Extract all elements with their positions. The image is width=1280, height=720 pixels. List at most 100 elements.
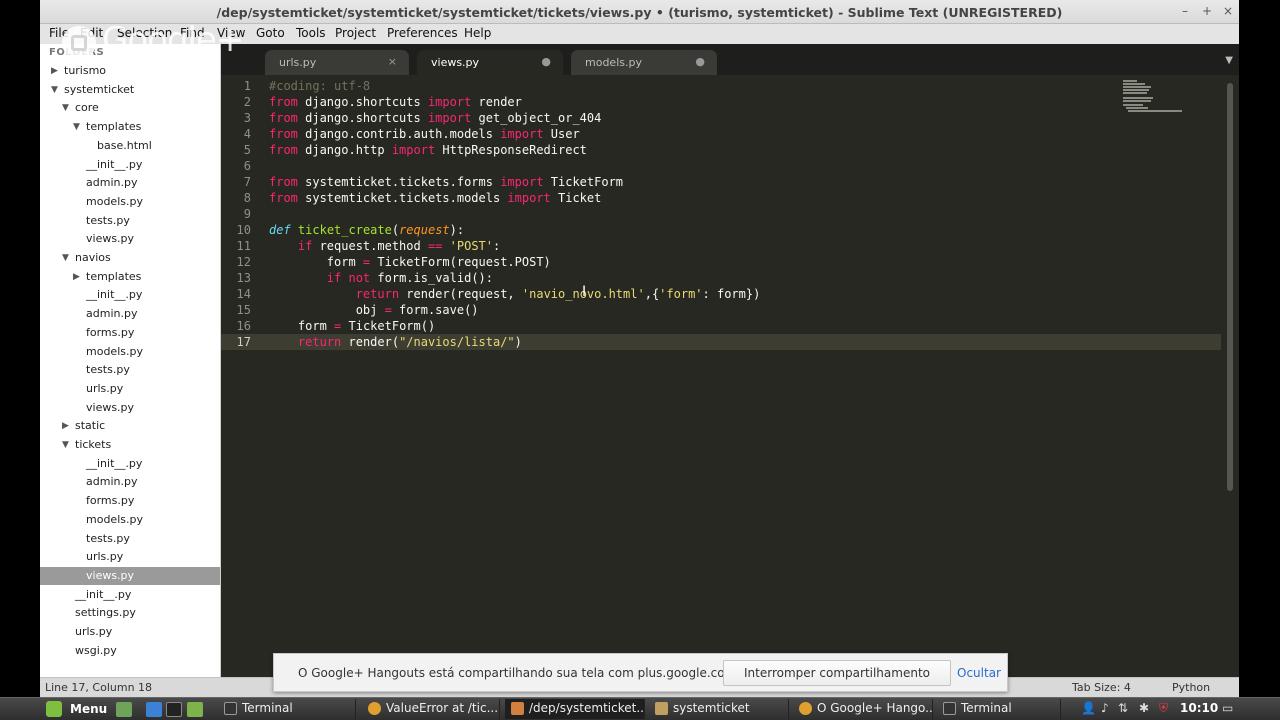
- minimize-button[interactable]: –: [1178, 4, 1192, 18]
- sidebar-item[interactable]: forms.py: [40, 324, 220, 342]
- collapsed-arrow-icon[interactable]: ▶: [62, 417, 72, 435]
- unsaved-dot-icon[interactable]: ●: [541, 55, 551, 68]
- line-number: 4: [243, 127, 251, 141]
- task-browser-valueerror[interactable]: ValueError at /tic...: [362, 699, 500, 719]
- task-browser-hangouts[interactable]: O Google+ Hango...: [793, 699, 933, 719]
- sidebar-item[interactable]: settings.py: [40, 604, 220, 622]
- show-desktop-icon[interactable]: [116, 702, 132, 717]
- tab-size-selector[interactable]: Tab Size: 4: [1072, 681, 1131, 694]
- code-line-5: from django.http import HttpResponseRedi…: [269, 143, 587, 157]
- expanded-arrow-icon[interactable]: ▼: [62, 99, 72, 117]
- network-icon[interactable]: ⇅: [1118, 701, 1128, 715]
- code-editor[interactable]: 1 2 3 4 5 6 7 8 9 10 11 12 13 14 15 16 17 #coding: utf-8…: [221, 75, 1239, 677]
- task-label: Terminal: [242, 701, 293, 715]
- task-sublime[interactable]: /dep/systemticket...: [505, 699, 645, 719]
- user-icon[interactable]: 👤: [1081, 701, 1096, 715]
- browser-launcher-icon[interactable]: [146, 702, 162, 717]
- vertical-scrollbar[interactable]: [1227, 83, 1233, 491]
- task-label: O Google+ Hango...: [817, 701, 933, 715]
- minimap[interactable]: [1123, 78, 1191, 114]
- taskbar: Menu Terminal ValueError at /tic... /dep…: [0, 697, 1280, 720]
- sidebar-item-label: static: [75, 419, 106, 433]
- close-icon[interactable]: ×: [388, 55, 397, 68]
- bluetooth-icon[interactable]: ✱: [1139, 701, 1149, 715]
- sidebar-item[interactable]: urls.py: [40, 623, 220, 641]
- sidebar-item[interactable]: tests.py: [40, 530, 220, 548]
- volume-icon[interactable]: ♪: [1101, 701, 1109, 715]
- sidebar-item-label: base.html: [97, 138, 152, 152]
- tab-views-py[interactable]: views.py ●: [417, 50, 563, 75]
- files-launcher-icon[interactable]: [187, 702, 203, 717]
- sidebar-item[interactable]: ▼ templates: [40, 118, 220, 136]
- sidebar-item[interactable]: ▼ navios: [40, 249, 220, 267]
- line-number: 5: [243, 143, 251, 157]
- line-number: 2: [243, 95, 251, 109]
- sidebar-item[interactable]: urls.py: [40, 380, 220, 398]
- clock[interactable]: 10:10: [1180, 701, 1218, 715]
- task-terminal-1[interactable]: Terminal: [218, 699, 356, 719]
- expanded-arrow-icon[interactable]: ▼: [51, 81, 61, 99]
- sidebar-item[interactable]: __init__.py: [40, 455, 220, 473]
- sidebar-item[interactable]: ▼ core: [40, 99, 220, 117]
- code-line-10: def ticket_create(request):: [269, 223, 465, 237]
- sidebar-item[interactable]: base.html: [40, 137, 220, 155]
- sidebar: FOLDERS ▶turismo▼systemticket▼core▼templ…: [40, 44, 221, 677]
- expanded-arrow-icon[interactable]: ▼: [73, 118, 83, 136]
- line-number: 7: [243, 175, 251, 189]
- code-line-3: from django.shortcuts import get_object_…: [269, 111, 602, 125]
- sidebar-item[interactable]: admin.py: [40, 174, 220, 192]
- shield-icon[interactable]: ⛨: [1159, 701, 1168, 716]
- sidebar-item-label: views.py: [86, 400, 135, 414]
- expanded-arrow-icon[interactable]: ▼: [62, 436, 72, 454]
- sidebar-item[interactable]: models.py: [40, 193, 220, 211]
- syntax-selector[interactable]: Python: [1172, 681, 1210, 694]
- sidebar-item[interactable]: models.py: [40, 343, 220, 361]
- tab-menu-icon[interactable]: ▼: [1225, 55, 1233, 66]
- expanded-arrow-icon[interactable]: ▼: [62, 249, 72, 267]
- sidebar-item-label: settings.py: [75, 606, 136, 620]
- sidebar-item[interactable]: ▼ systemticket: [40, 81, 220, 99]
- tab-models-py[interactable]: models.py ●: [571, 50, 717, 75]
- mint-logo-icon: [46, 701, 62, 717]
- notifications-icon[interactable]: ▭: [1222, 701, 1233, 715]
- menu-tools[interactable]: Tools: [296, 26, 326, 40]
- sidebar-item[interactable]: __init__.py: [40, 156, 220, 174]
- sidebar-item[interactable]: tests.py: [40, 212, 220, 230]
- close-button[interactable]: ×: [1221, 4, 1235, 18]
- sidebar-item[interactable]: forms.py: [40, 492, 220, 510]
- sidebar-item[interactable]: admin.py: [40, 473, 220, 491]
- sidebar-item[interactable]: views.py: [40, 566, 220, 585]
- sidebar-item[interactable]: ▼ tickets: [40, 436, 220, 454]
- maximize-button[interactable]: +: [1200, 4, 1214, 18]
- code-line-1: #coding: utf-8: [269, 79, 371, 93]
- code-line-8: from systemticket.tickets.models import …: [269, 191, 602, 205]
- menu-help[interactable]: Help: [464, 26, 491, 40]
- line-number: 10: [236, 223, 251, 237]
- menu-preferences[interactable]: Preferences: [387, 26, 458, 40]
- sidebar-item[interactable]: ▶ templates: [40, 268, 220, 286]
- menu-project[interactable]: Project: [335, 26, 376, 40]
- sidebar-item[interactable]: urls.py: [40, 548, 220, 566]
- sidebar-item[interactable]: wsgi.py: [40, 642, 220, 660]
- line-number: 8: [243, 191, 251, 205]
- sidebar-item[interactable]: ▶ static: [40, 417, 220, 435]
- collapsed-arrow-icon[interactable]: ▶: [51, 62, 61, 80]
- sidebar-item-label: systemticket: [64, 82, 135, 96]
- sidebar-item[interactable]: __init__.py: [40, 586, 220, 604]
- unsaved-dot-icon[interactable]: ●: [695, 55, 705, 68]
- code-line-11: if request.method == 'POST':: [297, 239, 501, 253]
- sidebar-item[interactable]: views.py: [40, 399, 220, 417]
- terminal-launcher-icon[interactable]: [166, 702, 182, 717]
- tab-urls-py[interactable]: urls.py ×: [265, 50, 409, 75]
- task-terminal-2[interactable]: Terminal: [937, 699, 1061, 719]
- sidebar-item[interactable]: admin.py: [40, 305, 220, 323]
- stop-sharing-button[interactable]: Interromper compartilhamento: [723, 660, 951, 686]
- collapsed-arrow-icon[interactable]: ▶: [73, 268, 83, 286]
- sidebar-item[interactable]: __init__.py: [40, 286, 220, 304]
- share-message: O Google+ Hangouts está compartilhando s…: [298, 666, 741, 680]
- sidebar-item[interactable]: models.py: [40, 511, 220, 529]
- hide-link[interactable]: Ocultar: [957, 666, 1001, 680]
- task-folder-systemticket[interactable]: systemticket: [649, 699, 789, 719]
- sidebar-item[interactable]: views.py: [40, 230, 220, 248]
- sidebar-item[interactable]: tests.py: [40, 361, 220, 379]
